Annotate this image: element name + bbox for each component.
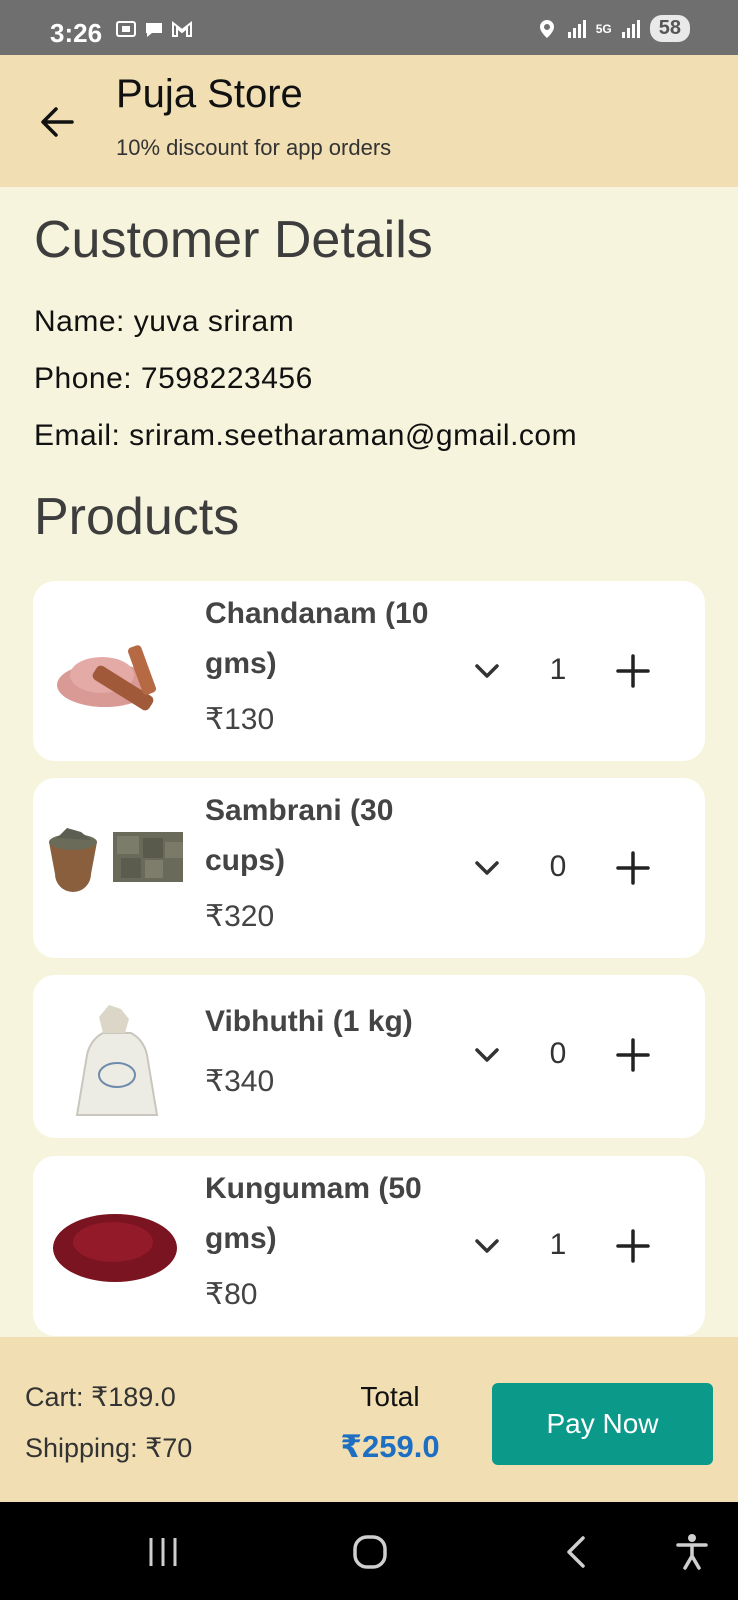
- screenshot-icon: [116, 21, 136, 37]
- plus-icon[interactable]: [613, 1226, 653, 1266]
- product-price: ₹340: [205, 1065, 275, 1098]
- page-title: Puja Store: [116, 72, 303, 116]
- order-summary-bar: Cart: ₹189.0 Shipping: ₹70 Total ₹259.0 …: [0, 1337, 738, 1502]
- product-name: Kungumam (50 gms): [205, 1172, 422, 1255]
- pay-now-button[interactable]: Pay Now: [492, 1383, 713, 1465]
- product-price: ₹130: [205, 703, 275, 736]
- plus-icon[interactable]: [613, 651, 653, 691]
- chevron-down-icon[interactable]: [469, 1037, 505, 1073]
- product-name: Vibhuthi (1 kg): [205, 1005, 413, 1038]
- signal-icon: [567, 19, 586, 38]
- accessibility-icon[interactable]: [672, 1532, 712, 1572]
- chat-icon: [146, 23, 162, 37]
- product-quantity: 1: [549, 1228, 567, 1261]
- customer-details-heading: Customer Details: [34, 211, 433, 269]
- app-header: Puja Store 10% discount for app orders: [0, 55, 738, 187]
- chevron-down-icon[interactable]: [469, 1228, 505, 1264]
- product-name: Chandanam (10 gms): [205, 597, 429, 680]
- chandanam-image: [57, 645, 157, 711]
- product-card: Kungumam (50 gms) ₹80 1: [33, 1156, 705, 1336]
- battery-level: 58: [649, 15, 690, 42]
- total-label: Total: [360, 1381, 420, 1412]
- products-heading: Products: [34, 488, 240, 546]
- back-arrow-icon[interactable]: [36, 100, 80, 144]
- page-subtitle: 10% discount for app orders: [116, 135, 392, 160]
- product-card: Sambrani (30 cups) ₹320 0: [33, 778, 705, 958]
- product-quantity: 1: [549, 653, 567, 686]
- product-price: ₹80: [205, 1278, 258, 1311]
- product-quantity: 0: [549, 850, 567, 883]
- kungumam-powder-image: [53, 1214, 177, 1282]
- product-name: Sambrani (30 cups): [205, 794, 394, 877]
- status-time: 3:26: [50, 18, 103, 48]
- customer-name: Name: yuva sriram: [34, 305, 295, 338]
- chevron-down-icon[interactable]: [469, 653, 505, 689]
- product-quantity: 0: [549, 1037, 567, 1070]
- home-icon[interactable]: [350, 1532, 390, 1572]
- vibhuthi-bag-image: [75, 1005, 159, 1116]
- product-card: Vibhuthi (1 kg) ₹340 0: [33, 975, 705, 1138]
- status-notification-icons: [115, 18, 193, 40]
- system-nav-bar: [0, 1502, 738, 1600]
- recent-apps-icon[interactable]: [143, 1532, 183, 1572]
- back-nav-icon[interactable]: [557, 1532, 597, 1572]
- location-icon: [539, 19, 554, 38]
- total-value: ₹259.0: [340, 1429, 440, 1464]
- product-price: ₹320: [205, 900, 275, 933]
- network-type: 5G: [595, 21, 612, 36]
- chevron-down-icon[interactable]: [469, 850, 505, 886]
- plus-icon[interactable]: [613, 1035, 653, 1075]
- signal-icon-2: [621, 19, 640, 38]
- status-right-icons: 5G 58: [536, 15, 690, 42]
- sambrani-image: [49, 828, 183, 892]
- cart-total: Cart: ₹189.0: [25, 1382, 176, 1412]
- customer-phone: Phone: 7598223456: [34, 362, 313, 395]
- customer-email: Email: sriram.seetharaman@gmail.com: [34, 419, 578, 452]
- shipping-cost: Shipping: ₹70: [25, 1433, 193, 1463]
- status-bar: 3:26 5G 58: [0, 0, 738, 55]
- product-card: Chandanam (10 gms) ₹130 1: [33, 581, 705, 761]
- gmail-icon: [172, 20, 192, 37]
- plus-icon[interactable]: [613, 848, 653, 888]
